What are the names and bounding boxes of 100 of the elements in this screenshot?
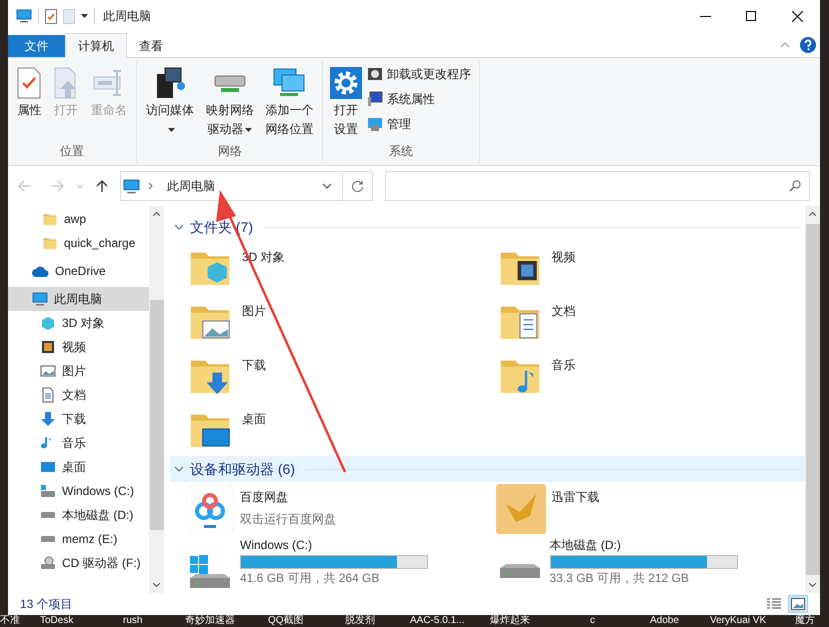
ribbon-button[interactable]: 系统属性 (367, 88, 476, 110)
section-header[interactable]: 文件夹 (7) (170, 214, 805, 240)
chevron-icon (174, 466, 184, 472)
scrollbar[interactable] (805, 206, 820, 593)
address-bar[interactable]: 此周电脑 (120, 171, 373, 201)
nav-item[interactable]: 本地磁盘 (D:) (8, 503, 149, 527)
desktop-icon-label[interactable]: c (590, 615, 595, 627)
desktop-icon-label[interactable]: 魔方 (795, 615, 815, 627)
nav-item[interactable]: 视频 (8, 335, 149, 359)
cloud-rings-icon (186, 485, 234, 533)
nav-item[interactable]: 此周电脑 (8, 287, 149, 311)
nav-item[interactable]: 文档 (8, 383, 149, 407)
app-tile[interactable]: 百度网盘 双击运行百度网盘 (186, 482, 496, 536)
desktop-icon (40, 459, 56, 475)
disc-box-icon (367, 66, 384, 82)
desktop-icon-label[interactable]: AAC-5.0.1... (410, 615, 464, 627)
folder-tile[interactable]: 图片 (186, 294, 496, 348)
checklist-icon (15, 67, 44, 99)
film-icon (40, 339, 56, 355)
desktop-icon-label[interactable]: 不准 (0, 615, 20, 627)
settings-icon (330, 67, 362, 99)
nav-item[interactable]: Windows (C:) (8, 479, 149, 503)
folder-tile[interactable]: 音乐 (496, 348, 805, 402)
ribbon-button[interactable]: 映射网络驱动器 (200, 61, 259, 142)
scroll-down-icon[interactable] (809, 583, 816, 587)
drive-icon (40, 511, 56, 519)
up-arrow-icon[interactable] (96, 179, 108, 193)
nav-item[interactable]: 3D 对象 (8, 311, 149, 335)
ribbon-group-label: 系统 (388, 143, 414, 160)
refresh-icon (351, 180, 364, 192)
scroll-down-icon[interactable] (153, 583, 160, 587)
drive-name: Windows (C:) (240, 538, 314, 553)
document-icon (40, 387, 56, 403)
drive-icon (500, 564, 540, 578)
folder-icon (42, 211, 58, 227)
large-icons-view-button[interactable] (788, 595, 808, 613)
nav-item[interactable]: OneDrive (8, 259, 149, 283)
ribbon-button[interactable]: 属性 (12, 61, 47, 142)
ribbon-button[interactable]: 添加一个网络位置 (260, 61, 318, 142)
ribbon-group-label: 位置 (59, 143, 86, 160)
desktop-icon-label[interactable]: rush (123, 615, 142, 627)
drive-space-text: 33.3 GB 可用，共 212 GB (550, 571, 690, 586)
ribbon-group-label: 网络 (216, 143, 243, 160)
app-tile[interactable]: 迅雷下载 (496, 482, 805, 536)
picture-icon (40, 363, 56, 379)
collapse-ribbon-icon[interactable] (780, 42, 790, 48)
app-name: 迅雷下载 (552, 489, 600, 506)
drive-tile[interactable]: Windows (C:) 41.6 GB 可用，共 264 GB (186, 536, 496, 592)
scroll-up-icon[interactable] (809, 212, 816, 216)
nav-item[interactable]: awp (8, 207, 149, 231)
quick-access-caret-icon (81, 14, 88, 18)
computer-icon (123, 178, 140, 194)
nav-item[interactable]: 音乐 (8, 431, 149, 455)
desktop-icon-label[interactable]: 爆炸起来 (490, 615, 530, 627)
scrollbar[interactable] (149, 206, 164, 593)
breadcrumb-item[interactable]: 此周电脑 (167, 177, 215, 195)
folder-tile[interactable]: 桌面 (186, 402, 496, 456)
nav-item[interactable]: quick_charge (8, 231, 149, 255)
nav-item[interactable]: 下载 (8, 407, 149, 431)
ribbon-button[interactable]: 访问媒体 (141, 61, 199, 142)
desktop-icon-label[interactable]: VeryKuai VK (710, 615, 766, 627)
folder-icon (42, 235, 58, 251)
download-arrow-icon (40, 411, 56, 427)
ribbon-button[interactable]: 管理 (367, 113, 476, 135)
drive-space-text: 41.6 GB 可用，共 264 GB (240, 571, 380, 586)
desktop-icon-label[interactable]: Adobe (650, 615, 679, 627)
folder-tile[interactable]: 视频 (496, 240, 805, 294)
folder-tile[interactable]: 文档 (496, 294, 805, 348)
desktop-icon-label[interactable]: QQ截图 (268, 615, 304, 627)
ribbon-button[interactable]: 卸载或更改程序 (367, 63, 476, 85)
drive-icon (40, 535, 56, 543)
desktop-icon-label[interactable]: ToDesk (40, 615, 74, 627)
desktop-icon-label[interactable]: 奇妙加速器 (185, 615, 235, 627)
network-monitors-icon (272, 67, 306, 99)
computer-icon (16, 8, 32, 24)
system-monitor-icon (367, 91, 384, 107)
scroll-up-icon[interactable] (153, 212, 160, 216)
drive-icon (40, 483, 56, 499)
ribbon-tab[interactable]: 查看 (127, 35, 175, 57)
search-field[interactable] (385, 171, 810, 201)
section-header[interactable]: 设备和驱动器 (6) (170, 456, 805, 482)
maximize-icon (746, 11, 756, 21)
nav-item[interactable]: 图片 (8, 359, 149, 383)
app-subtitle: 双击运行百度网盘 (240, 511, 336, 528)
nav-item[interactable]: 桌面 (8, 455, 149, 479)
drive-tile[interactable]: 本地磁盘 (D:) 33.3 GB 可用，共 212 GB (496, 536, 805, 592)
help-icon[interactable] (800, 36, 816, 52)
folder-tile[interactable]: 下载 (186, 348, 496, 402)
ribbon-tab[interactable]: 计算机 (65, 33, 127, 58)
app-name: 百度网盘 (240, 489, 289, 506)
ribbon-tab[interactable]: 文件 (8, 35, 65, 57)
item-count: 13 个项目 (20, 596, 73, 613)
ribbon-button[interactable]: 打开设置 (327, 61, 366, 142)
nav-item[interactable]: CD 驱动器 (F:) (8, 551, 149, 575)
computer-icon (32, 291, 48, 307)
checklist-icon[interactable] (45, 8, 57, 24)
cloud-icon (32, 266, 49, 276)
dropdown-chevron-icon[interactable] (322, 183, 332, 189)
nav-item[interactable]: memz (E:) (8, 527, 149, 551)
desktop-icon-label[interactable]: 脱发剂 (345, 615, 375, 627)
